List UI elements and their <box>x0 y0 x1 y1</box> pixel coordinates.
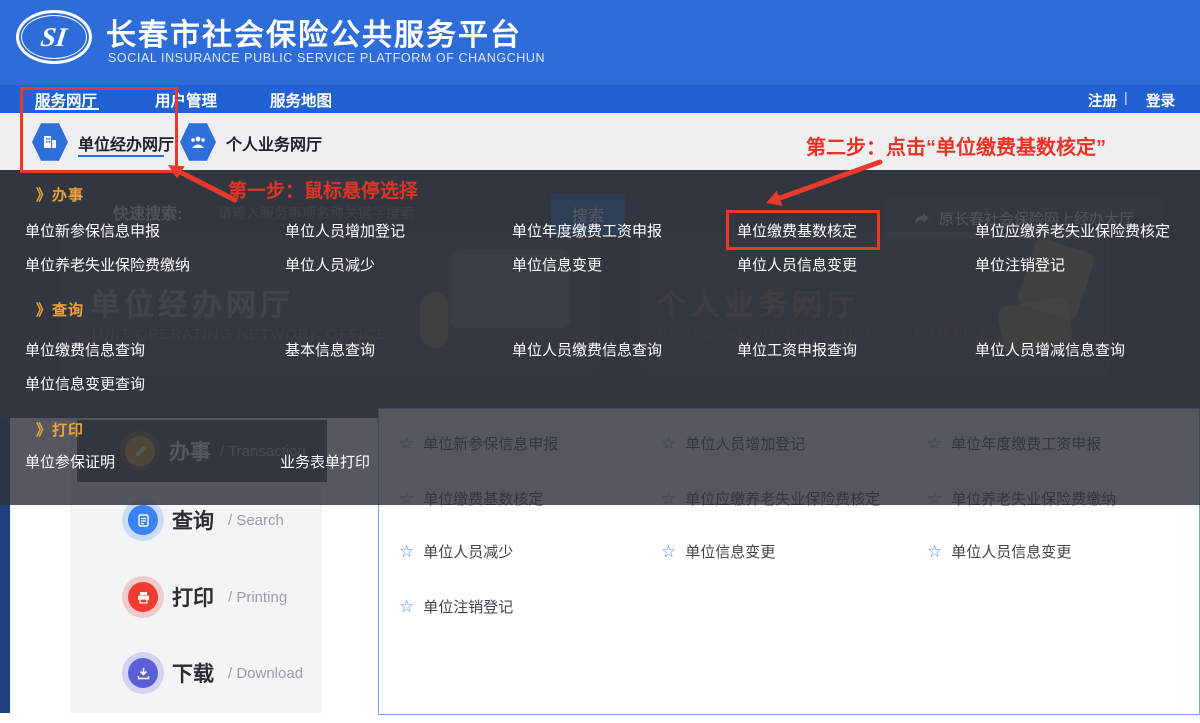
mega-menu-overlay: 》办事 单位新参保信息申报 单位人员增加登记 单位年度缴费工资申报 单位缴费基数… <box>0 170 1200 505</box>
site-title: 长春市社会保险公共服务平台 <box>106 10 522 54</box>
highlight-box-step1 <box>20 87 178 173</box>
menu-link[interactable]: 单位缴费信息查询 <box>25 339 145 360</box>
sidebar-item-zh: 下载 <box>172 658 214 688</box>
sidebar-item-en: / Printing <box>228 589 287 606</box>
sidebar-item-search[interactable]: 查询 / Search <box>128 505 284 535</box>
panel-item-label: 单位注销登记 <box>423 596 513 617</box>
page: SI 长春市社会保险公共服务平台 SOCIAL INSURANCE PUBLIC… <box>0 0 1200 723</box>
panel-item-label: 单位信息变更 <box>685 541 775 562</box>
menu-link[interactable]: 单位信息变更 <box>512 254 602 275</box>
panel-item-label: 单位人员信息变更 <box>951 541 1071 562</box>
menu-link[interactable]: 单位人员缴费信息查询 <box>512 339 662 360</box>
star-icon: ☆ <box>399 598 414 615</box>
menu-link[interactable]: 单位人员增减信息查询 <box>975 339 1125 360</box>
people-icon <box>180 122 216 162</box>
sidebar-item-zh: 打印 <box>172 582 214 612</box>
nav-item-service-map[interactable]: 服务地图 <box>270 89 332 111</box>
panel-item[interactable]: ☆ 单位人员减少 <box>399 541 513 562</box>
menu-link[interactable]: 单位人员增加登记 <box>285 220 405 241</box>
auth-divider: | <box>1124 89 1128 105</box>
menu-link[interactable]: 单位年度缴费工资申报 <box>512 220 662 241</box>
menu-link[interactable]: 单位新参保信息申报 <box>25 220 160 241</box>
section-marker-icon: 》 <box>36 422 52 439</box>
annotation-step1: 第一步：鼠标悬停选择 <box>228 176 418 203</box>
section-marker-icon: 》 <box>36 187 52 204</box>
highlight-box-step2 <box>726 210 880 250</box>
menu-link[interactable]: 单位工资申报查询 <box>737 339 857 360</box>
si-logo-icon: SI <box>16 10 92 64</box>
sidebar-item-en: / Search <box>228 512 284 529</box>
menu-link[interactable]: 业务表单打印 <box>280 451 370 472</box>
menu-link[interactable]: 单位应缴养老失业保险费核定 <box>975 220 1170 241</box>
panel-item-label: 单位人员减少 <box>423 541 513 562</box>
section-marker-icon: 》 <box>36 302 52 319</box>
login-link[interactable]: 登录 <box>1146 90 1175 111</box>
register-link[interactable]: 注册 <box>1088 90 1117 111</box>
star-icon: ☆ <box>661 543 676 560</box>
download-icon <box>128 658 158 688</box>
menu-link[interactable]: 单位人员减少 <box>285 254 375 275</box>
search-icon <box>128 505 158 535</box>
sidebar-item-zh: 查询 <box>172 505 214 535</box>
menu-link[interactable]: 单位注销登记 <box>975 254 1065 275</box>
panel-item[interactable]: ☆ 单位人员信息变更 <box>927 541 1071 562</box>
panel-item[interactable]: ☆ 单位信息变更 <box>661 541 775 562</box>
menu-link[interactable]: 单位人员信息变更 <box>737 254 857 275</box>
section-header-print: 》打印 <box>36 419 84 440</box>
star-icon: ☆ <box>927 543 942 560</box>
section-header-transaction: 》办事 <box>36 184 84 205</box>
tab-personal-hall[interactable]: 个人业务网厅 <box>226 131 322 155</box>
menu-link[interactable]: 基本信息查询 <box>285 339 375 360</box>
panel-item[interactable]: ☆ 单位注销登记 <box>399 596 513 617</box>
annotation-step2: 第二步：点击“单位缴费基数核定” <box>806 131 1106 160</box>
section-header-search: 》查询 <box>36 299 84 320</box>
menu-link[interactable]: 单位养老失业保险费缴纳 <box>25 254 190 275</box>
sidebar-item-printing[interactable]: 打印 / Printing <box>128 582 287 612</box>
sidebar-item-download[interactable]: 下载 / Download <box>128 658 303 688</box>
printer-icon <box>128 582 158 612</box>
app-header: SI 长春市社会保险公共服务平台 SOCIAL INSURANCE PUBLIC… <box>0 0 1200 85</box>
site-subtitle: SOCIAL INSURANCE PUBLIC SERVICE PLATFORM… <box>108 51 545 65</box>
main-nav: 服务网厅 用户管理 服务地图 注册 | 登录 <box>0 85 1200 113</box>
menu-link[interactable]: 单位参保证明 <box>25 451 115 472</box>
menu-link[interactable]: 单位信息变更查询 <box>25 373 145 394</box>
logo-text: SI <box>39 22 69 53</box>
star-icon: ☆ <box>399 543 414 560</box>
sidebar-item-en: / Download <box>228 665 303 682</box>
